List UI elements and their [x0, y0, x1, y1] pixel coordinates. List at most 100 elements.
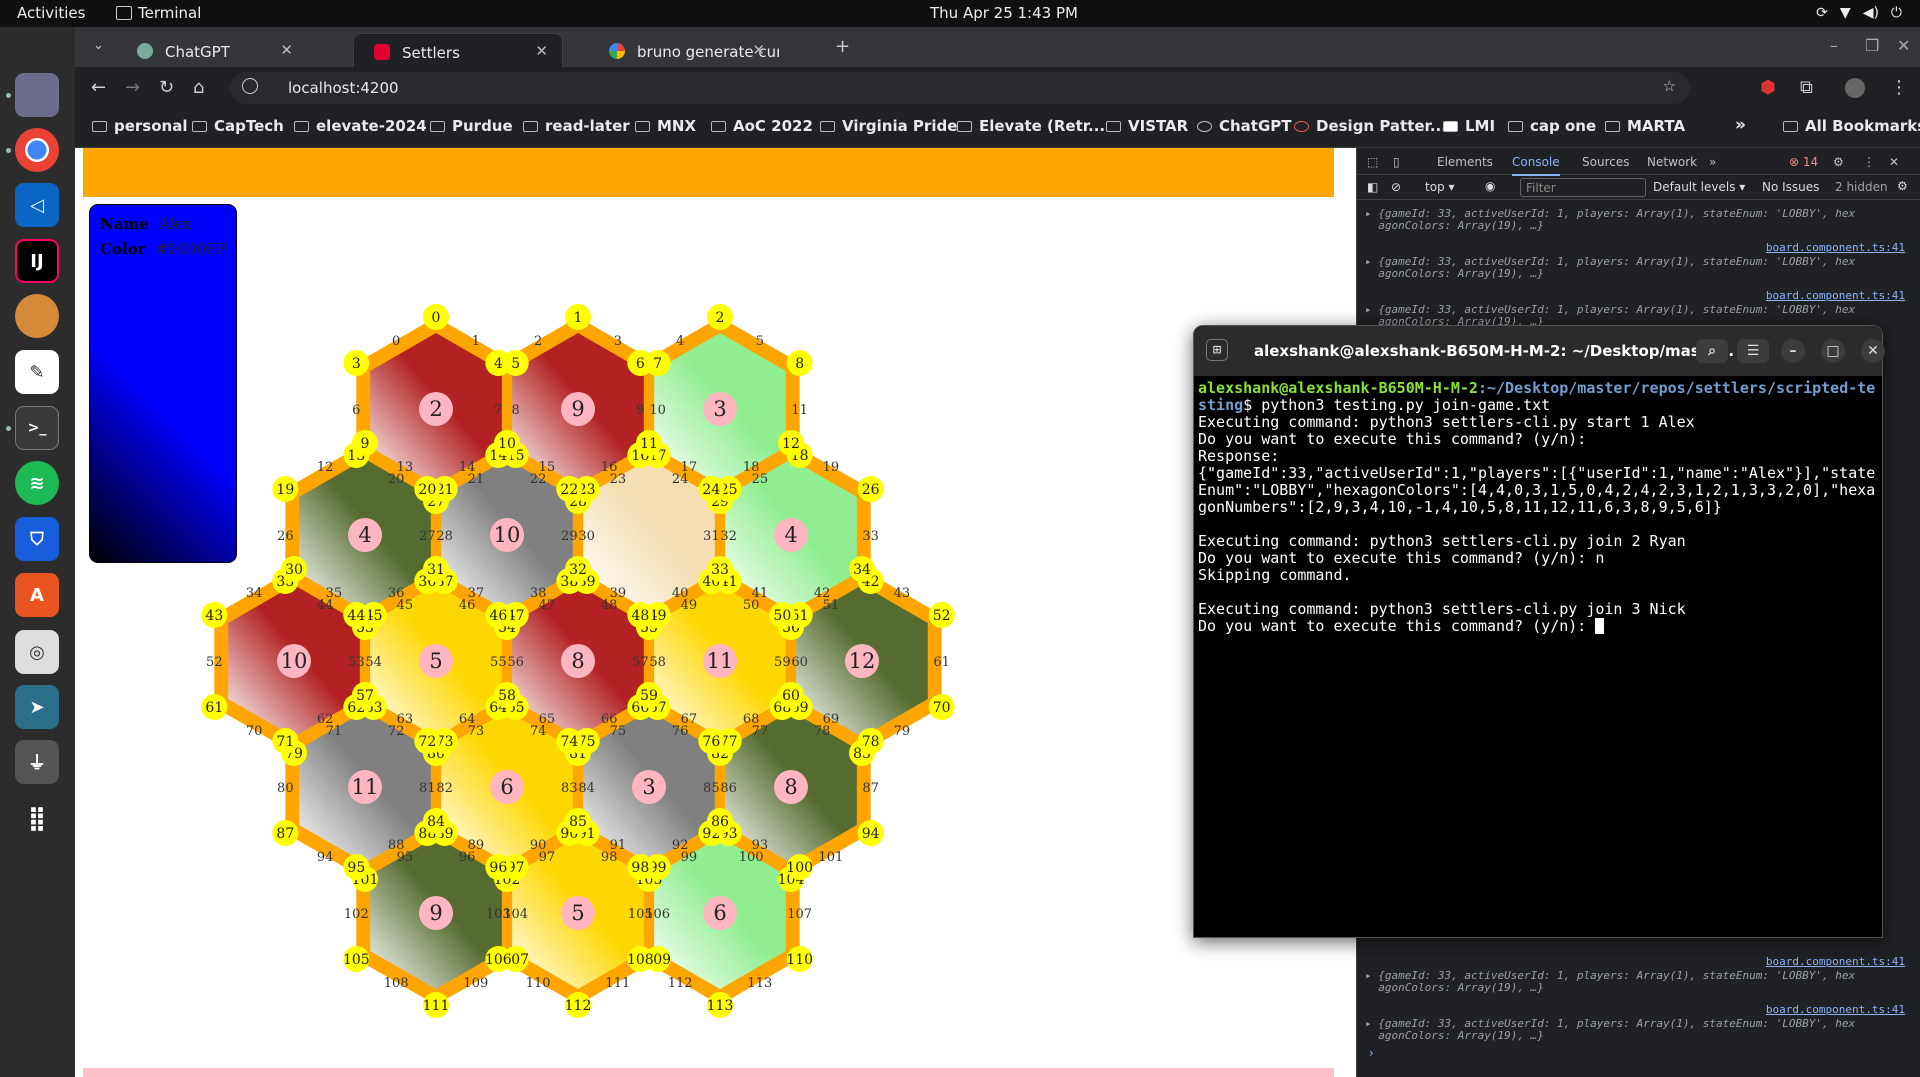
road-label[interactable]: 8 [512, 403, 520, 418]
bookmark-captech[interactable]: CapTech [192, 117, 284, 135]
more-bookmarks-icon[interactable]: » [1735, 115, 1746, 135]
road-label[interactable]: 49 [681, 598, 698, 613]
road-label[interactable]: 71 [326, 724, 343, 739]
road-label[interactable]: 56 [507, 655, 524, 670]
eye-icon[interactable]: ◉ [1485, 179, 1495, 193]
menu-icon[interactable]: ⋮ [1890, 77, 1908, 98]
road-label[interactable]: 106 [645, 907, 670, 922]
game-board[interactable]: 2 9 34 10 410 5 8 11 1211 6 3 89 5 60 1 2 3 4 56 7 8 9 10 1112 1… [75, 197, 1356, 1072]
road-label[interactable]: 100 [739, 850, 764, 865]
road-label[interactable]: 34 [246, 586, 263, 601]
reload-icon[interactable]: ↻ [159, 77, 174, 98]
console-prompt-icon[interactable]: › [1369, 1046, 1374, 1060]
road-label[interactable]: 0 [392, 334, 400, 349]
image-viewer-icon[interactable]: ◎ [15, 630, 59, 674]
usb-drive-icon[interactable]: ⏚ [15, 740, 59, 784]
system-tray[interactable]: ⟳ ▼ ◀) ⏻ [1816, 5, 1902, 21]
tab-bruno[interactable]: bruno generate curl - G ✕ [589, 33, 779, 67]
road-label[interactable]: 23 [610, 472, 627, 487]
bookmark-personal[interactable]: personal [92, 117, 187, 135]
road-label[interactable]: 32 [720, 529, 737, 544]
road-label[interactable]: 50 [743, 598, 760, 613]
road-label[interactable]: 94 [317, 850, 334, 865]
bookmark-elevate-2024[interactable]: elevate-2024 [294, 117, 427, 135]
terminal-titlebar[interactable]: ⊞ alexshank@alexshank-B650M-H-M-2: ~/Des… [1194, 326, 1885, 376]
home-icon[interactable]: ⌂ [193, 77, 204, 98]
console-log-entry[interactable]: board.component.ts:41 ▸ {gameId: 33, acti… [1365, 1004, 1905, 1042]
tab-elements[interactable]: Elements [1437, 155, 1493, 169]
close-window-icon[interactable]: ✕ [1897, 36, 1910, 55]
files-icon[interactable] [15, 73, 59, 117]
tab-console[interactable]: Console [1512, 155, 1560, 176]
road-label[interactable]: 31 [703, 529, 720, 544]
close-tab-icon[interactable]: ✕ [280, 41, 293, 59]
new-tab-icon[interactable]: + [835, 36, 850, 57]
road-label[interactable]: 5 [756, 334, 764, 349]
activities-button[interactable]: Activities [17, 4, 85, 22]
bookmark-mnx[interactable]: MNX [635, 117, 696, 135]
minimize-icon[interactable]: – [1781, 339, 1805, 363]
restore-window-icon[interactable]: ❐ [1865, 36, 1879, 55]
road-label[interactable]: 84 [578, 781, 595, 796]
close-tab-icon[interactable]: ✕ [535, 42, 548, 60]
road-label[interactable]: 48 [601, 598, 618, 613]
terminal-window[interactable]: ⊞ alexshank@alexshank-B650M-H-M-2: ~/Des… [1193, 325, 1885, 938]
close-devtools-icon[interactable]: ✕ [1889, 155, 1899, 169]
road-label[interactable]: 112 [668, 976, 693, 991]
road-label[interactable]: 97 [539, 850, 556, 865]
road-label[interactable]: 58 [649, 655, 666, 670]
road-label[interactable]: 81 [419, 781, 436, 796]
road-label[interactable]: 75 [610, 724, 627, 739]
clock[interactable]: Thu Apr 25 1:43 PM [930, 4, 1078, 22]
road-label[interactable]: 33 [862, 529, 879, 544]
show-apps-icon[interactable]: ⣿ [15, 796, 59, 840]
road-label[interactable]: 60 [791, 655, 808, 670]
road-label[interactable]: 2 [534, 334, 542, 349]
road-label[interactable]: 102 [344, 907, 369, 922]
log-source-link[interactable]: board.component.ts:41 [1766, 956, 1905, 968]
road-label[interactable]: 22 [530, 472, 547, 487]
bookmark-marta[interactable]: MARTA [1605, 117, 1685, 135]
road-label[interactable]: 95 [397, 850, 414, 865]
bookmark-cap-one[interactable]: cap one [1508, 117, 1596, 135]
road-label[interactable]: 52 [206, 655, 223, 670]
road-label[interactable]: 11 [791, 403, 808, 418]
road-label[interactable]: 21 [468, 472, 485, 487]
road-label[interactable]: 55 [490, 655, 507, 670]
issues-label[interactable]: No Issues [1762, 180, 1819, 194]
terminal-dock-icon[interactable]: >_ [15, 406, 59, 450]
dog-app-icon[interactable] [15, 294, 59, 338]
all-bookmarks[interactable]: All Bookmarks [1783, 117, 1920, 135]
road-label[interactable]: 61 [933, 655, 950, 670]
road-label[interactable]: 109 [463, 976, 488, 991]
extensions-icon[interactable]: ⧉ [1800, 77, 1813, 98]
bookmark-lmi[interactable]: LMI [1443, 117, 1495, 135]
spotify-icon[interactable]: ≋ [15, 461, 59, 505]
console-log-entry[interactable]: board.component.ts:41 ▸ {gameId: 33, acti… [1365, 242, 1905, 280]
maximize-icon[interactable]: □ [1821, 339, 1845, 363]
back-icon[interactable]: ← [91, 77, 106, 98]
devtools-menu-icon[interactable]: ⋮ [1863, 155, 1875, 169]
log-source-link[interactable]: board.component.ts:41 [1766, 242, 1905, 254]
bookmark-star-icon[interactable]: ☆ [1663, 77, 1676, 95]
road-label[interactable]: 70 [246, 724, 263, 739]
bookmark-virginia-pride[interactable]: Virginia Pride [820, 117, 957, 135]
road-label[interactable]: 82 [436, 781, 453, 796]
forward-icon[interactable]: → [125, 77, 140, 98]
context-select[interactable]: top ▾ [1425, 180, 1455, 194]
bookmark-design-patterns[interactable]: Design Patter... [1294, 117, 1447, 135]
sidebar-toggle-icon[interactable]: ◧ [1367, 180, 1378, 194]
bookmark-chatgpt[interactable]: ChatGPT [1197, 117, 1292, 135]
road-label[interactable]: 96 [459, 850, 476, 865]
road-label[interactable]: 53 [348, 655, 365, 670]
device-toolbar-icon[interactable]: ▯ [1393, 155, 1400, 169]
tab-settlers[interactable]: Settlers ✕ [353, 33, 563, 67]
road-label[interactable]: 20 [388, 472, 405, 487]
road-label[interactable]: 25 [752, 472, 769, 487]
road-label[interactable]: 107 [787, 907, 812, 922]
road-label[interactable]: 86 [720, 781, 737, 796]
settings-gear-icon[interactable]: ⚙ [1833, 155, 1844, 169]
bookmark-elevate-retro[interactable]: Elevate (Retr... [957, 117, 1105, 135]
road-label[interactable]: 12 [317, 460, 334, 475]
road-label[interactable]: 6 [352, 403, 360, 418]
